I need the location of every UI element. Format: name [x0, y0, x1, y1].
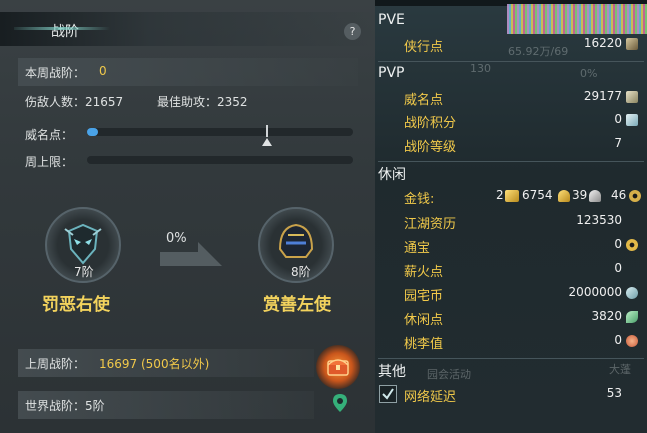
- copper-coin-icon: [629, 190, 641, 202]
- stat-label: 战阶等级: [404, 140, 457, 155]
- prestige-marker: [266, 125, 268, 137]
- stat-value: 29177: [583, 89, 622, 103]
- stat-value: 2000000: [568, 285, 622, 299]
- last-week-value: 16697 (500名以外): [99, 357, 210, 371]
- stat-row-rank-level: 战阶等级 7: [378, 133, 644, 156]
- stat-label: 江湖资历: [404, 217, 457, 232]
- stat-label: 威名点: [404, 93, 444, 108]
- next-rank-level: 8阶: [291, 265, 311, 279]
- current-rank-name: 罚恶右使: [42, 295, 110, 315]
- section-divider: [378, 161, 644, 162]
- brush-icon: [626, 38, 638, 50]
- section-divider: [378, 358, 644, 359]
- money-label: 金钱:: [404, 192, 435, 207]
- money-silver: 39: [572, 188, 588, 202]
- stat-value: 7: [614, 136, 622, 150]
- stat-value: 0: [614, 237, 622, 251]
- stat-row-rank-points: 战阶积分 0: [378, 109, 644, 132]
- current-rank-level: 7阶: [74, 265, 94, 279]
- crystal-icon: [626, 114, 638, 126]
- swirl-icon: [626, 287, 638, 299]
- pvp-faded-left: 130: [470, 62, 491, 75]
- next-rank-name: 赏善左使: [263, 295, 331, 315]
- stat-label: 通宝: [404, 241, 431, 256]
- stat-label: 园宅币: [404, 289, 444, 304]
- stat-value: 0: [614, 261, 622, 275]
- money-copper: 46: [611, 188, 627, 202]
- section-divider: [378, 61, 644, 62]
- stat-row-xiaxing: 侠行点 16220: [378, 33, 644, 56]
- chest-icon: [327, 359, 349, 376]
- stat-label: 休闲点: [404, 313, 444, 328]
- stat-value: 3820: [591, 309, 622, 323]
- latency-label: 网络延迟: [404, 390, 457, 405]
- stat-row-prestige: 威名点 29177: [378, 86, 644, 109]
- weekly-cap-label: 周上限：: [25, 155, 74, 169]
- prestige-marker-arrow-icon: [262, 138, 272, 146]
- pve-heading: PVE: [378, 12, 405, 28]
- other-heading: 其他: [378, 364, 406, 380]
- silver-ingot-icon: [589, 190, 601, 202]
- prestige-progress-bar: [87, 128, 353, 136]
- money-gold: 6754: [522, 188, 553, 202]
- stat-label: 侠行点: [404, 40, 444, 55]
- stat-value: 0: [614, 112, 622, 126]
- gold-bar-icon: [505, 190, 519, 202]
- header-swirl-decoration: [14, 27, 110, 30]
- prestige-label: 威名点：: [25, 128, 74, 142]
- week-rank-value: 0: [99, 64, 107, 78]
- stat-row-money: 金钱: 2 6754 39 46: [378, 185, 644, 208]
- stat-row-leisure-points: 休闲点 3820: [378, 306, 644, 329]
- defeated-count: 伤敌人数：21657: [25, 95, 124, 109]
- other-faded-right: 大蓬: [609, 363, 631, 376]
- leisure-heading: 休闲: [378, 167, 406, 183]
- stat-row-xinhuo: 薪火点 0: [378, 258, 644, 281]
- stat-row-tongbao: 通宝 0: [378, 234, 644, 257]
- latency-value: 53: [606, 386, 622, 400]
- stat-value: 16220: [583, 36, 622, 50]
- stat-row-latency: 网络延迟 53: [378, 383, 644, 406]
- coin-icon: [626, 239, 638, 251]
- other-faded-mid: 园会活动: [427, 368, 471, 381]
- week-rank-label: 本周战阶：: [25, 66, 86, 80]
- stat-row-garden-coin: 园宅币 2000000: [378, 282, 644, 305]
- reward-chest-button[interactable]: [316, 345, 360, 389]
- progress-arrow-icon: [160, 242, 222, 266]
- stat-label: 战阶积分: [404, 116, 457, 131]
- last-week-label: 上周战阶：: [25, 357, 86, 371]
- gold-ingot-icon: [558, 190, 570, 202]
- panel-title: 战阶: [51, 24, 79, 40]
- stat-row-taoli: 桃李值 0: [378, 330, 644, 353]
- weekly-cap-bar: [87, 156, 353, 164]
- world-rank-label: 世界战阶：5阶: [25, 399, 105, 413]
- prestige-progress-fill: [87, 128, 98, 136]
- decorative-stripes: [507, 4, 647, 34]
- stat-value: 123530: [576, 213, 622, 227]
- stat-value: 0: [614, 333, 622, 347]
- pvp-faded-pct: 0%: [580, 67, 598, 80]
- pvp-heading: PVP: [378, 65, 405, 81]
- map-pin-icon[interactable]: [333, 394, 347, 412]
- best-assist: 最佳助攻：2352: [157, 95, 248, 109]
- money-gold-bars: 2: [496, 188, 504, 202]
- stat-label: 薪火点: [404, 265, 444, 280]
- stat-label: 桃李值: [404, 337, 444, 352]
- help-button[interactable]: ?: [344, 23, 361, 40]
- peach-icon: [626, 335, 638, 347]
- leaf-icon: [626, 311, 638, 323]
- stat-row-experience: 江湖资历 123530: [378, 210, 644, 233]
- prestige-icon: [626, 91, 638, 103]
